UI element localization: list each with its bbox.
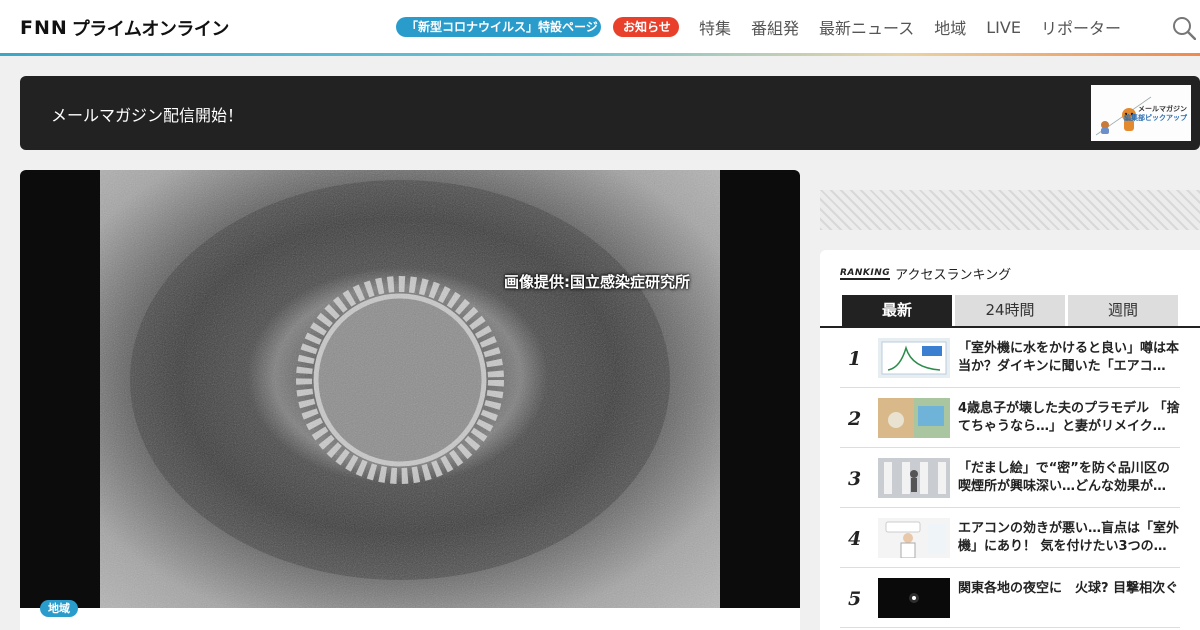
- virus-micrograph-image: 画像提供:国立感染症研究所: [100, 170, 720, 608]
- category-tag[interactable]: 地域: [40, 600, 78, 617]
- ad-placeholder: [820, 190, 1200, 230]
- rank-title: エアコンの効きが悪い…盲点は「室外機」にあり！ 気を付けたい3つの…: [958, 521, 1180, 554]
- ranking-header: RANKING アクセスランキング: [840, 264, 1011, 283]
- tab-latest[interactable]: 最新: [842, 295, 952, 326]
- nav-item-programs[interactable]: 番組発: [751, 15, 799, 39]
- newsletter-banner[interactable]: メールマガジン配信開始！ メールマガジン 編集部ピックアップ: [20, 76, 1200, 150]
- rank-thumbnail: [878, 398, 950, 438]
- corona-special-link[interactable]: 「新型コロナウイルス」特設ページ: [396, 17, 601, 37]
- rank-thumbnail: [878, 458, 950, 498]
- image-credit-caption: 画像提供:国立感染症研究所: [504, 273, 690, 291]
- newsletter-thumbnail: メールマガジン 編集部ピックアップ: [1091, 85, 1191, 141]
- thumb-label-pickup: 編集部ピックアップ: [1124, 114, 1187, 122]
- ranking-title: アクセスランキング: [895, 268, 1012, 283]
- rank-number: 4: [848, 528, 862, 550]
- rank-title: 「室外機に水をかけると良い」噂は本当か？ダイキンに聞いた「エアコ…: [958, 341, 1180, 374]
- rank-title: 関東各地の夜空に 火球? 目撃相次ぐ: [958, 581, 1179, 596]
- ranking-item[interactable]: 5 関東各地の夜空に 火球? 目撃相次ぐ: [840, 568, 1180, 628]
- article-hero[interactable]: 画像提供:国立感染症研究所 地域: [20, 170, 800, 630]
- header-accent-line: [0, 53, 1200, 56]
- nav-item-reporter[interactable]: リポーター: [1041, 15, 1121, 39]
- banner-text: メールマガジン配信開始！: [51, 106, 244, 125]
- rank-number: 5: [848, 588, 862, 610]
- site-logo[interactable]: FNN プライムオンライン: [20, 17, 230, 40]
- rank-thumbnail: [878, 338, 950, 378]
- ranking-list: 1 「室外機に水をかけると良い」噂は本当か？ダイキンに聞いた「エアコ… 2 4歳…: [840, 328, 1180, 628]
- notice-link[interactable]: お知らせ: [613, 17, 679, 37]
- logo-fnn: FNN: [20, 17, 68, 39]
- rank-number: 1: [848, 348, 862, 370]
- search-icon[interactable]: [1172, 16, 1196, 40]
- nav-item-features[interactable]: 特集: [699, 15, 731, 39]
- site-header: FNN プライムオンライン 「新型コロナウイルス」特設ページ お知らせ 特集 番…: [0, 0, 1200, 54]
- logo-fnn-text: FNN: [20, 17, 68, 39]
- rank-thumbnail: [878, 518, 950, 558]
- nav-item-region[interactable]: 地域: [934, 15, 966, 39]
- rank-title: 「だまし絵」で“密”を防ぐ品川区の喫煙所が興味深い…どんな効果が…: [958, 461, 1170, 494]
- ranking-tabs: 最新 24時間 週間: [842, 295, 1181, 326]
- ranking-logo: RANKING: [840, 267, 891, 280]
- hero-image-frame: 画像提供:国立感染症研究所: [20, 170, 800, 608]
- ranking-item[interactable]: 4 エアコンの効きが悪い…盲点は「室外機」にあり！ 気を付けたい3つの…: [840, 508, 1180, 568]
- access-ranking-panel: RANKING アクセスランキング 最新 24時間 週間 1 「室外機に水をかけ…: [820, 250, 1200, 630]
- rank-thumbnail: [878, 578, 950, 618]
- rank-number: 2: [848, 408, 862, 430]
- logo-text: プライムオンライン: [71, 19, 230, 40]
- ranking-item[interactable]: 2 4歳息子が壊した夫のプラモデル 「捨てちゃうなら…」と妻がリメイク…: [840, 388, 1180, 448]
- ranking-item[interactable]: 1 「室外機に水をかけると良い」噂は本当か？ダイキンに聞いた「エアコ…: [840, 328, 1180, 388]
- rank-title: 4歳息子が壊した夫のプラモデル 「捨てちゃうなら…」と妻がリメイク…: [958, 401, 1180, 434]
- virus-particle: [100, 170, 720, 608]
- tab-24hours[interactable]: 24時間: [955, 295, 1065, 326]
- main-nav: 「新型コロナウイルス」特設ページ お知らせ 特集 番組発 最新ニュース 地域 L…: [396, 0, 1121, 54]
- nav-item-live[interactable]: LIVE: [986, 18, 1021, 37]
- nav-item-latest-news[interactable]: 最新ニュース: [819, 15, 914, 39]
- rank-number: 3: [848, 468, 862, 490]
- ranking-item[interactable]: 3 「だまし絵」で“密”を防ぐ品川区の喫煙所が興味深い…どんな効果が…: [840, 448, 1180, 508]
- tab-weekly[interactable]: 週間: [1068, 295, 1178, 326]
